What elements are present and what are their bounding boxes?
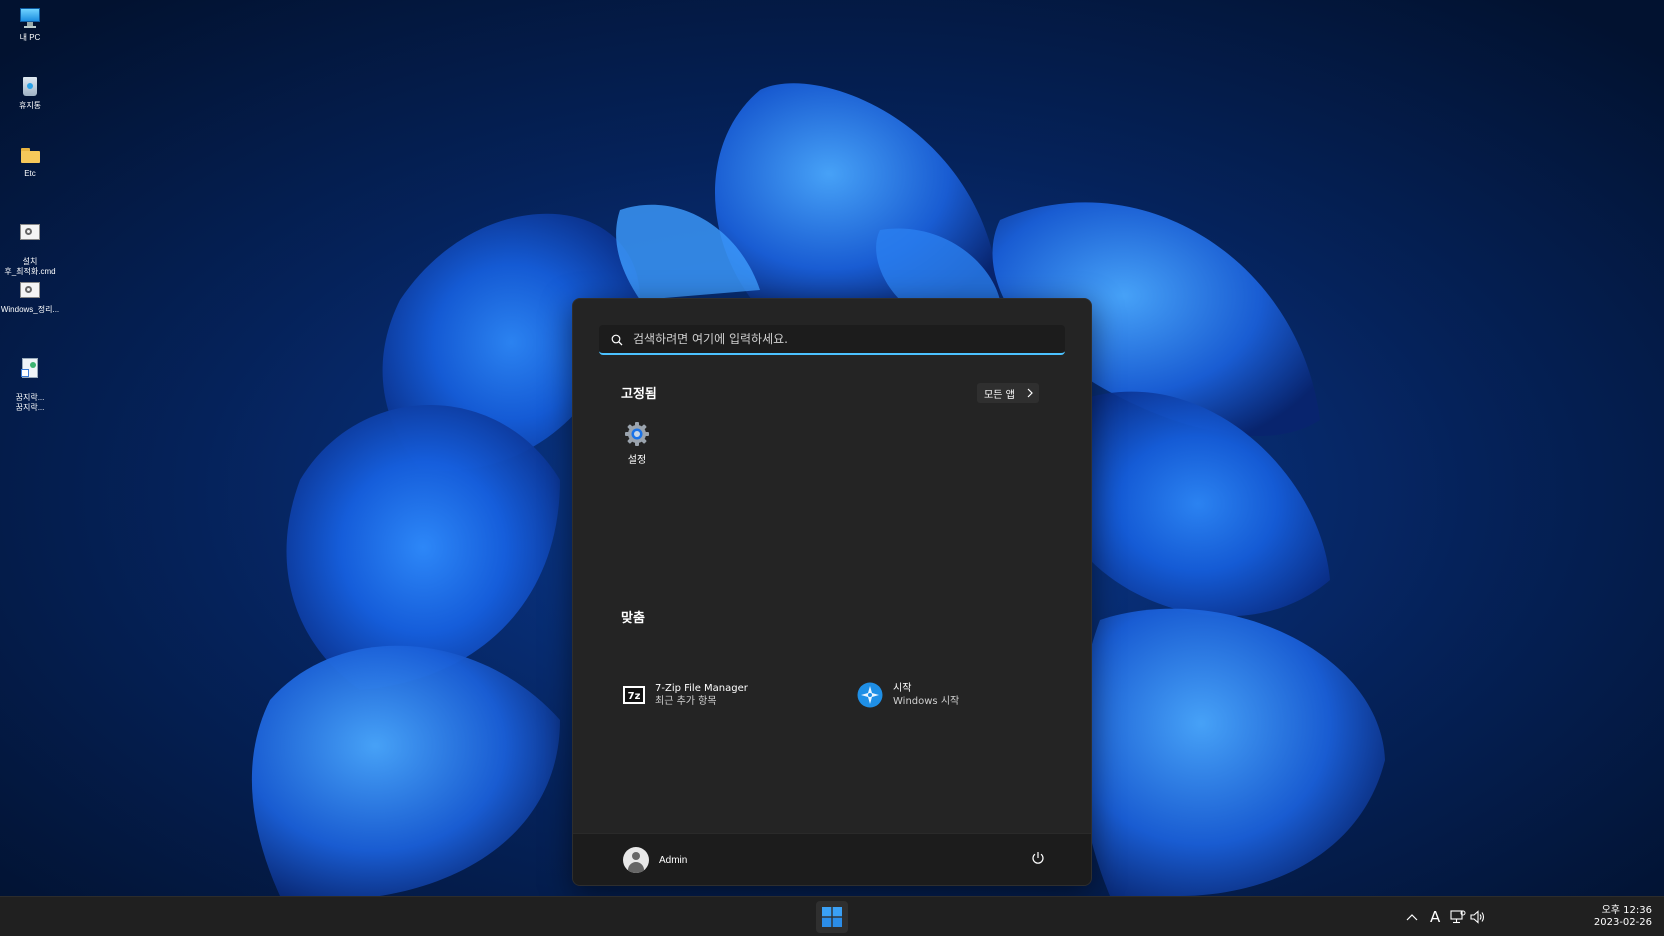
user-name: Admin	[659, 854, 688, 866]
start-button[interactable]	[816, 901, 848, 933]
desktop-icon-windows-cleanup[interactable]: Windows_정리...	[0, 278, 60, 315]
desktop-icon-label: Windows_정리...	[0, 305, 60, 314]
user-account-button[interactable]: Admin	[623, 847, 687, 873]
desktop-icon-shortcut[interactable]: 꿈지락... 꿈지락...	[0, 346, 60, 423]
monitor-icon	[18, 6, 42, 30]
desktop-icon-label: 내 PC	[19, 33, 41, 42]
start-menu-footer: Admin	[573, 833, 1091, 885]
desktop-icon-optimize-cmd[interactable]: 설치 후_최적화.cmd	[0, 210, 60, 287]
recommended-item-title: 시작	[893, 683, 912, 694]
volume-icon[interactable]	[1470, 910, 1486, 924]
settings-gear-icon	[625, 422, 649, 446]
windows-tips-icon	[857, 682, 883, 708]
chevron-up-icon[interactable]	[1406, 913, 1418, 921]
recycle-bin-icon	[18, 74, 42, 98]
desktop-icon-recycle-bin[interactable]: 휴지통	[0, 74, 60, 111]
cmd-script-icon	[18, 220, 42, 244]
recommended-item-subtitle: 최근 추가 항목	[655, 696, 717, 707]
all-apps-button[interactable]: 모든 앱	[977, 383, 1039, 403]
windows-logo-icon	[822, 907, 842, 927]
clock-date: 2023-02-26	[1593, 917, 1652, 928]
system-tray: A 오후 12:36 2023-02-26	[1404, 897, 1664, 936]
recommended-item-title: 7-Zip File Manager	[655, 683, 748, 694]
recommended-item-7zip[interactable]: 7z 7-Zip File Manager 최근 추가 항목	[623, 679, 748, 711]
all-apps-label: 모든 앱	[984, 389, 1015, 401]
shortcut-icon	[18, 356, 42, 380]
recommended-item-subtitle: Windows 시작	[893, 696, 960, 707]
chevron-right-icon	[1027, 388, 1033, 398]
pinned-app-label: 설정	[627, 455, 647, 466]
start-search-box[interactable]	[599, 325, 1065, 355]
power-icon[interactable]	[1031, 851, 1045, 865]
desktop-icon-label: 휴지통	[18, 101, 42, 110]
taskbar: A 오후 12:36 2023-02-26	[0, 896, 1664, 936]
desktop-icon-my-pc[interactable]: 내 PC	[0, 6, 60, 43]
svg-text:7z: 7z	[628, 691, 641, 702]
desktop-icon-label: 꿈지락... 꿈지락...	[15, 393, 45, 412]
recommended-section-title: 맞춤	[621, 611, 645, 626]
desktop-icon-etc-folder[interactable]: Etc	[0, 142, 60, 179]
cmd-script-icon	[18, 278, 42, 302]
7zip-icon: 7z	[623, 686, 645, 704]
desktop-icon-label: 설치 후_최적화.cmd	[4, 257, 56, 276]
pinned-section-title: 고정됨	[621, 387, 657, 402]
start-search-input[interactable]	[633, 325, 1053, 353]
desktop-icon-label: Etc	[24, 169, 36, 178]
folder-icon	[18, 142, 42, 166]
recommended-item-tips[interactable]: 시작 Windows 시작	[857, 679, 959, 711]
ime-indicator[interactable]: A	[1430, 908, 1440, 926]
search-icon	[611, 334, 623, 346]
network-icon[interactable]	[1450, 910, 1466, 924]
clock-time: 오후 12:36	[1601, 905, 1652, 916]
start-menu: 고정됨 모든 앱 설정 맞춤	[572, 298, 1092, 886]
user-avatar-icon	[623, 847, 649, 873]
taskbar-clock[interactable]: 오후 12:36 2023-02-26	[1594, 905, 1652, 929]
pinned-app-settings[interactable]: 설정	[617, 421, 657, 466]
